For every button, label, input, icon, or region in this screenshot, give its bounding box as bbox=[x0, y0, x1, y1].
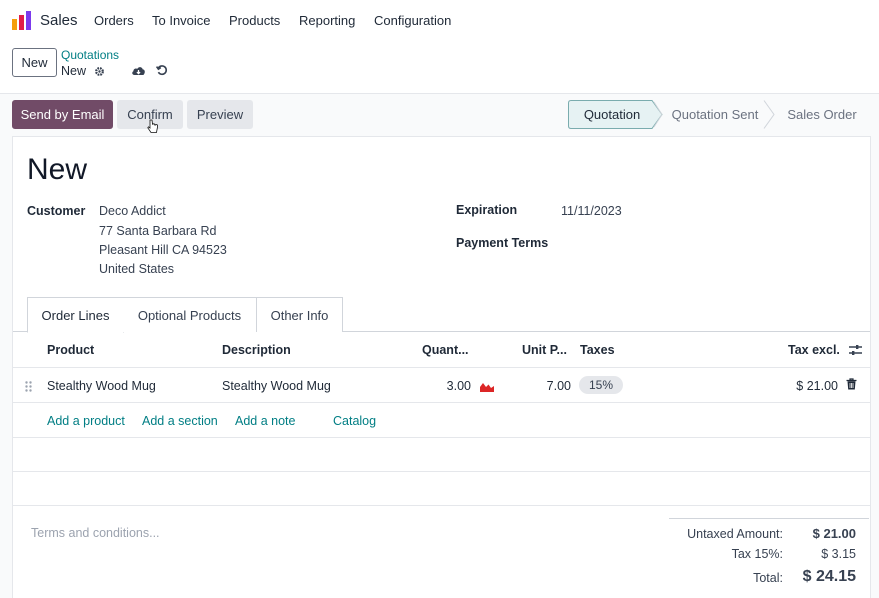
payment-terms-field[interactable] bbox=[561, 233, 861, 253]
new-button[interactable]: New bbox=[12, 48, 57, 77]
cell-quantity[interactable]: 3.00 bbox=[421, 379, 471, 393]
tab-other-info[interactable]: Other Info bbox=[256, 297, 343, 332]
terms-and-conditions-input[interactable]: Terms and conditions... bbox=[31, 526, 160, 540]
untaxed-amount-label: Untaxed Amount: bbox=[687, 527, 783, 541]
send-by-email-button[interactable]: Send by Email bbox=[12, 100, 113, 129]
totals-divider bbox=[669, 518, 869, 519]
breadcrumb-current: New bbox=[61, 64, 87, 78]
cloud-save-icon[interactable] bbox=[130, 63, 146, 77]
row-divider bbox=[13, 402, 870, 403]
expiration-field[interactable]: 11/11/2023 bbox=[561, 204, 622, 218]
menu-configuration[interactable]: Configuration bbox=[374, 13, 451, 28]
tax-label: Tax 15%: bbox=[731, 547, 783, 561]
menu-to-invoice[interactable]: To Invoice bbox=[152, 13, 211, 28]
gear-icon[interactable] bbox=[93, 64, 105, 78]
expiration-label: Expiration bbox=[456, 203, 518, 217]
app-name[interactable]: Sales bbox=[40, 12, 78, 29]
menu-orders[interactable]: Orders bbox=[94, 13, 134, 28]
customer-city: Pleasant Hill CA 94523 bbox=[99, 243, 227, 257]
row-divider bbox=[13, 505, 870, 506]
col-product[interactable]: Product bbox=[47, 343, 94, 357]
breadcrumb-quotations[interactable]: Quotations bbox=[61, 48, 119, 62]
total-label: Total: bbox=[753, 571, 783, 585]
customer-country: United States bbox=[99, 262, 175, 276]
menu-products[interactable]: Products bbox=[229, 13, 280, 28]
preview-button[interactable]: Preview bbox=[187, 100, 253, 129]
tab-order-lines[interactable]: Order Lines bbox=[27, 297, 124, 333]
drag-handle-icon[interactable] bbox=[25, 380, 32, 395]
optional-columns-icon[interactable] bbox=[849, 344, 862, 359]
control-panel: New Quotations New bbox=[0, 42, 879, 94]
menu-reporting[interactable]: Reporting bbox=[299, 13, 355, 28]
trash-icon[interactable] bbox=[846, 378, 857, 393]
cell-product[interactable]: Stealthy Wood Mug bbox=[47, 379, 156, 393]
col-tax-excl[interactable]: Tax excl. bbox=[788, 343, 840, 357]
status-quotation[interactable]: Quotation bbox=[568, 100, 656, 129]
top-navbar: Sales Orders To Invoice Products Reporti… bbox=[0, 0, 879, 42]
col-quantity[interactable]: Quant... bbox=[422, 343, 469, 357]
mouse-cursor-icon bbox=[147, 119, 159, 137]
cell-description[interactable]: Stealthy Wood Mug bbox=[222, 379, 331, 393]
status-quotation-sent[interactable]: Quotation Sent bbox=[662, 100, 768, 129]
customer-street: 77 Santa Barbara Rd bbox=[99, 224, 217, 238]
tax-badge[interactable]: 15% bbox=[579, 376, 623, 394]
customer-label: Customer bbox=[27, 204, 86, 218]
row-divider bbox=[13, 437, 870, 438]
add-note-link[interactable]: Add a note bbox=[235, 414, 295, 428]
notebook-tabs: Order Lines Optional Products Other Info bbox=[13, 297, 870, 333]
payment-terms-label: Payment Terms bbox=[456, 236, 549, 250]
cell-unit-price[interactable]: 7.00 bbox=[521, 379, 571, 393]
add-section-link[interactable]: Add a section bbox=[142, 414, 218, 428]
add-product-link[interactable]: Add a product bbox=[47, 414, 125, 428]
row-divider bbox=[13, 471, 870, 472]
total-value: $ 24.15 bbox=[802, 568, 856, 585]
tab-optional-products[interactable]: Optional Products bbox=[123, 297, 257, 332]
record-title: New bbox=[27, 153, 88, 186]
cell-subtotal: $ 21.00 bbox=[796, 379, 838, 393]
discard-icon[interactable] bbox=[155, 63, 169, 77]
col-taxes[interactable]: Taxes bbox=[580, 343, 615, 357]
status-bar: Quotation Quotation Sent Sales Order bbox=[568, 100, 871, 129]
form-sheet: New Customer Deco Addict 77 Santa Barbar… bbox=[12, 136, 871, 598]
tax-value: $ 3.15 bbox=[821, 547, 856, 561]
customer-name[interactable]: Deco Addict bbox=[99, 204, 166, 218]
forecast-chart-icon[interactable] bbox=[480, 380, 494, 395]
status-sales-order[interactable]: Sales Order bbox=[774, 100, 870, 129]
col-description[interactable]: Description bbox=[222, 343, 291, 357]
sales-app-icon[interactable] bbox=[12, 11, 31, 30]
untaxed-amount-value: $ 21.00 bbox=[812, 526, 856, 541]
col-unit-price[interactable]: Unit P... bbox=[522, 343, 567, 357]
catalog-link[interactable]: Catalog bbox=[333, 414, 376, 428]
